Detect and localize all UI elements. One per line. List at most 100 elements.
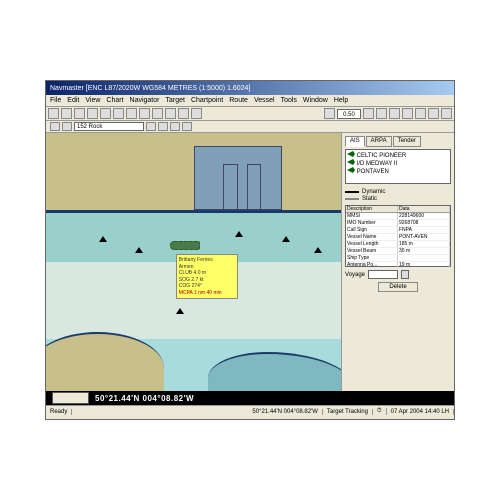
ship-icon: [347, 151, 355, 157]
tool-pan-icon[interactable]: [113, 108, 124, 119]
target-item[interactable]: I/D MEDWAY II: [347, 159, 449, 167]
tool-save-icon[interactable]: [61, 108, 72, 119]
grid-row: IMO Number9268708: [346, 220, 450, 227]
chart-selector[interactable]: 152 Rock: [74, 122, 144, 131]
status-ready: Ready: [46, 409, 72, 415]
panel-tabs: AIS ARPA Tender: [345, 136, 451, 147]
status-bar: Ready 50°21.44'N 004°08.82'W Target Trac…: [46, 405, 454, 417]
legend-static-swatch-icon: [345, 198, 359, 200]
grid-row: MMSI228149600: [346, 213, 450, 220]
tab-tender[interactable]: Tender: [393, 136, 421, 147]
tool-c-icon[interactable]: [402, 108, 413, 119]
menu-chartpoint[interactable]: Chartpoint: [191, 97, 223, 104]
tool-b-icon[interactable]: [389, 108, 400, 119]
status-tracking: Target Tracking: [323, 409, 373, 415]
legend-static-label: Static: [362, 196, 377, 202]
chart-action3-icon[interactable]: [170, 122, 180, 131]
menu-tools[interactable]: Tools: [281, 97, 297, 104]
vessel-tooltip: Brittany Ferries Armen CLUB 4.0 m SOG 2.…: [176, 254, 238, 299]
pier-2: [247, 164, 262, 210]
menu-chart[interactable]: Chart: [106, 97, 123, 104]
tool-layers-icon[interactable]: [178, 108, 189, 119]
tool-waypoint-icon[interactable]: [165, 108, 176, 119]
toolbar-secondary: 152 Rock: [46, 121, 454, 133]
delete-button[interactable]: Delete: [378, 282, 418, 292]
target-item[interactable]: CELTIC PIONEER: [347, 151, 449, 159]
coordinate-readout: 50°21.44'N 004°08.82'W: [95, 394, 194, 403]
tab-ais[interactable]: AIS: [345, 136, 365, 147]
legend-dynamic-swatch-icon: [345, 191, 359, 193]
tool-d-icon[interactable]: [415, 108, 426, 119]
menu-bar: File Edit View Chart Navigator Target Ch…: [46, 95, 454, 107]
status-center-coord: 50°21.44'N 004°08.82'W: [248, 409, 322, 415]
ship-icon: [347, 167, 355, 173]
buoy-marker-icon: [235, 231, 243, 237]
nav-prev-icon[interactable]: [50, 122, 60, 131]
ship-icon: [347, 159, 355, 165]
tool-zoom-in-icon[interactable]: [87, 108, 98, 119]
voyage-row: Voyage: [345, 270, 451, 279]
menu-navigator[interactable]: Navigator: [130, 97, 160, 104]
target-item[interactable]: PONTAVEN: [347, 167, 449, 175]
target-list[interactable]: CELTIC PIONEER I/D MEDWAY II PONTAVEN: [345, 149, 451, 184]
chart-canvas[interactable]: Brittany Ferries Armen CLUB 4.0 m SOG 2.…: [46, 133, 342, 391]
voyage-stepper-icon[interactable]: [401, 270, 409, 279]
tool-f-icon[interactable]: [441, 108, 452, 119]
own-vessel-icon[interactable]: [170, 241, 200, 250]
menu-view[interactable]: View: [85, 97, 100, 104]
chart-action4-icon[interactable]: [182, 122, 192, 131]
tool-a-icon[interactable]: [376, 108, 387, 119]
tool-zoom-out-icon[interactable]: [100, 108, 111, 119]
tool-print-icon[interactable]: [74, 108, 85, 119]
menu-file[interactable]: File: [50, 97, 61, 104]
menu-edit[interactable]: Edit: [67, 97, 79, 104]
buoy-marker-icon: [282, 236, 290, 242]
menu-help[interactable]: Help: [334, 97, 348, 104]
tool-measure-icon[interactable]: [126, 108, 137, 119]
tool-e-icon[interactable]: [428, 108, 439, 119]
main-area: Brittany Ferries Armen CLUB 4.0 m SOG 2.…: [46, 133, 454, 391]
target-details-grid[interactable]: DescriptionData MMSI228149600 IMO Number…: [345, 205, 451, 267]
pier-1: [223, 164, 238, 210]
menu-window[interactable]: Window: [303, 97, 328, 104]
menu-route[interactable]: Route: [229, 97, 248, 104]
menu-target[interactable]: Target: [165, 97, 184, 104]
grid-row: Antenna Po...19 m: [346, 262, 450, 269]
tool-route-icon[interactable]: [152, 108, 163, 119]
chart-action1-icon[interactable]: [146, 122, 156, 131]
app-window: Navmaster [ENC L87/2020W WG584 METRES (1…: [45, 80, 455, 420]
legend: Dynamic Static: [345, 188, 451, 203]
tab-arpa[interactable]: ARPA: [366, 136, 392, 147]
voyage-label: Voyage: [345, 272, 365, 278]
toolbar-main: 0.50: [46, 107, 454, 121]
buoy-marker-icon: [176, 308, 184, 314]
tool-scale-plus-icon[interactable]: [363, 108, 374, 119]
land-mass-se: [208, 352, 342, 391]
chart-action2-icon[interactable]: [158, 122, 168, 131]
nav-next-icon[interactable]: [62, 122, 72, 131]
status-datetime: 07 Apr 2004 14:40 LH: [387, 409, 454, 415]
grid-header-desc: Description: [346, 206, 398, 212]
grid-header-data: Data: [398, 206, 450, 212]
coordinate-bar: 50°21.44'N 004°08.82'W: [46, 391, 454, 405]
land-mass-sw: [46, 332, 164, 391]
dock-structure: [194, 146, 283, 211]
grid-row: Call SignFNPA: [346, 227, 450, 234]
grid-row: Vessel Beam30 m: [346, 248, 450, 255]
tool-open-icon[interactable]: [48, 108, 59, 119]
tooltip-line6: MCPA 1 nm 40 min: [179, 290, 235, 297]
buoy-marker-icon: [314, 247, 322, 253]
voyage-input[interactable]: [368, 270, 398, 279]
buoy-marker-icon: [99, 236, 107, 242]
status-clock-icon: ⏱: [373, 408, 387, 415]
legend-dynamic-label: Dynamic: [362, 189, 385, 195]
title-bar[interactable]: Navmaster [ENC L87/2020W WG584 METRES (1…: [46, 81, 454, 95]
buoy-marker-icon: [135, 247, 143, 253]
grid-row: Vessel NamePONT-AVEN: [346, 234, 450, 241]
tool-info-icon[interactable]: [191, 108, 202, 119]
menu-vessel[interactable]: Vessel: [254, 97, 275, 104]
tool-scale-minus-icon[interactable]: [324, 108, 335, 119]
grid-row: Ship Type: [346, 255, 450, 262]
scale-input[interactable]: 0.50: [337, 109, 361, 119]
tool-target-icon[interactable]: [139, 108, 150, 119]
